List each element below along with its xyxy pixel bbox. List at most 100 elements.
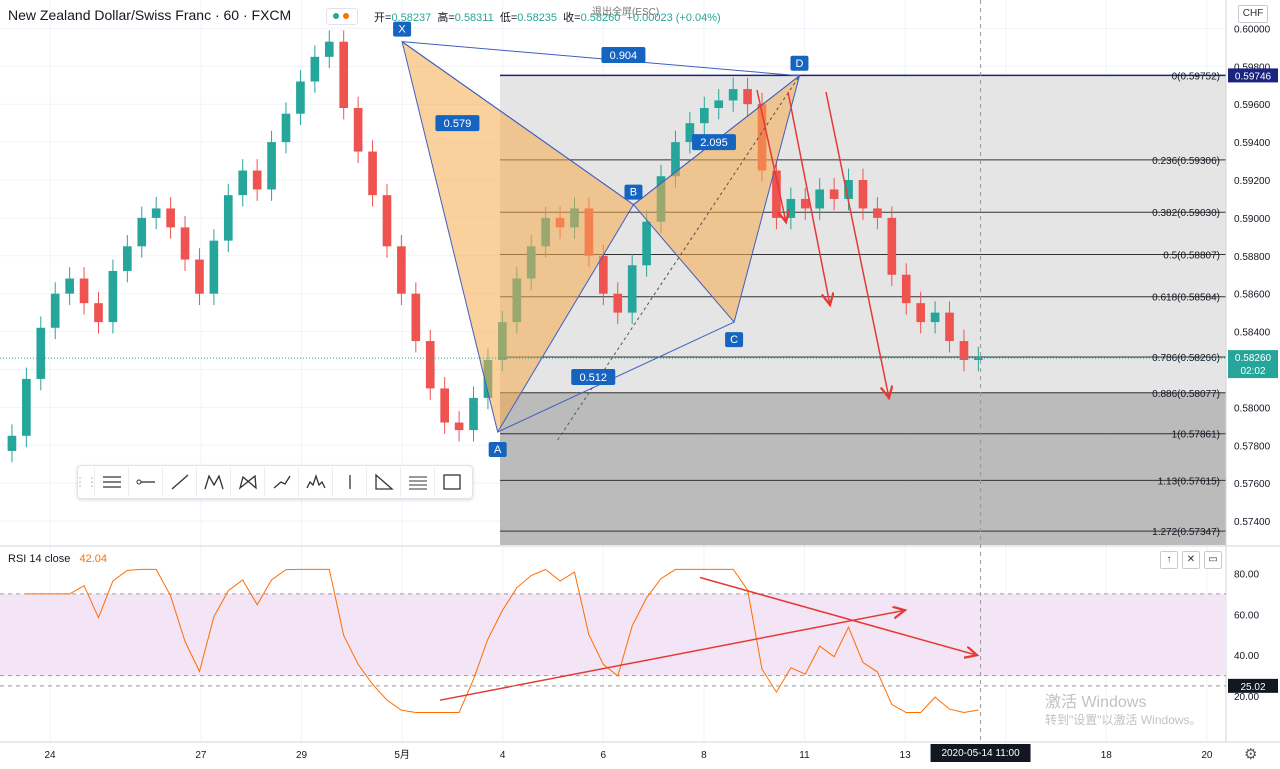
triangle-pattern-tool-icon[interactable] [230, 467, 264, 497]
candle-body [324, 41, 334, 57]
candle-body [339, 41, 349, 108]
fib-zone-lower [500, 392, 1226, 545]
xabcd-pattern-tool-icon[interactable] [196, 467, 230, 497]
time-tick-label: 4 [500, 750, 506, 761]
price-tick-label: 0.59600 [1234, 100, 1271, 111]
pattern-point-label: D [795, 58, 803, 70]
candle-body [209, 240, 219, 294]
time-tick-label: 6 [601, 750, 607, 761]
rsi-tick-label: 80.00 [1234, 569, 1259, 580]
open-label: 开 [374, 12, 385, 24]
price-tick-label: 0.60000 [1234, 24, 1271, 35]
candle-body [930, 312, 940, 323]
price-tick-label: 0.59000 [1234, 214, 1271, 225]
candle-body [22, 378, 31, 436]
horizontal-lines-tool-icon[interactable] [94, 467, 128, 497]
maximize-pane-icon[interactable]: ▭ [1204, 551, 1222, 569]
pattern-point-label: A [494, 444, 502, 456]
candle-body [36, 327, 46, 379]
high-value: 0.58311 [454, 12, 494, 24]
horizontal-ray-tool-icon[interactable] [128, 467, 162, 497]
candle-body [223, 195, 233, 241]
chart-svg[interactable]: 0(0.59752) 0.236(0.59306) 0.382(0.59030) 0.… [0, 0, 1280, 764]
time-tick-label: 13 [900, 750, 912, 761]
price-tick-label: 0.59200 [1234, 176, 1271, 187]
candle-body [714, 100, 724, 108]
drawing-toolbar: ⋮⋮ [74, 465, 473, 499]
eye-icon[interactable] [326, 8, 358, 25]
fib-level-label: 0.382(0.59030) [1152, 208, 1220, 219]
pattern-point-label: C [730, 334, 738, 346]
candle-body [397, 246, 406, 294]
rsi-name: RSI [8, 553, 27, 565]
candle-body [353, 108, 363, 152]
drag-handle-icon[interactable]: ⋮⋮ [74, 466, 98, 498]
candle-body [368, 151, 377, 196]
candle-body [613, 293, 623, 313]
vertical-line-tool-icon[interactable] [332, 467, 366, 497]
currency-badge[interactable]: CHF [1238, 5, 1268, 23]
candle-body [166, 208, 175, 228]
price-tick-label: 0.58800 [1234, 252, 1271, 263]
candle-body [829, 189, 839, 199]
candle-body [108, 270, 118, 323]
candle-body [454, 422, 464, 431]
candle-body [627, 265, 637, 313]
candle-body [599, 255, 608, 294]
cursor-time-label: 2020-05-14 11:00 [941, 748, 1020, 759]
candle-body [945, 312, 954, 342]
rsi-tick-label: 60.00 [1234, 610, 1259, 621]
candle-body [137, 217, 147, 247]
time-tick-label: 8 [701, 750, 707, 761]
pattern-ratio-label: 0.579 [444, 118, 472, 130]
candle-body [901, 274, 911, 304]
price-tick-label: 0.57800 [1234, 441, 1271, 452]
rsi-tick-label: 20.00 [1234, 692, 1259, 703]
close-pane-icon[interactable]: ✕ [1182, 551, 1200, 569]
time-tick-label: 18 [1101, 750, 1113, 761]
price-tick-label: 0.58600 [1234, 290, 1271, 301]
windows-watermark-text: 转到"设置"以激活 Windows。 [1045, 713, 1202, 727]
chart-area[interactable]: 0(0.59752) 0.236(0.59306) 0.382(0.59030) 0.… [0, 0, 1280, 764]
candle-body [151, 208, 161, 218]
exit-fullscreen-hint[interactable]: 退出全屏(ESC) [592, 3, 659, 18]
rectangle-tool-icon[interactable] [434, 467, 468, 497]
candle-body [858, 180, 868, 209]
pattern-point-label: X [398, 24, 406, 36]
candle-body [916, 303, 925, 323]
fib-level-label: 0.618(0.58584) [1152, 293, 1220, 304]
candle-body [425, 341, 435, 389]
gear-icon[interactable]: ⚙ [1244, 745, 1257, 763]
candle-body [382, 195, 392, 247]
fib-wedge-tool-icon[interactable] [366, 467, 400, 497]
rsi-legend: RSI 14 close 42.04 [8, 553, 107, 565]
time-tick-label: 5月 [394, 749, 410, 761]
time-tick-label: 29 [296, 750, 308, 761]
trend-line-tool-icon[interactable] [162, 467, 196, 497]
price-tag-top: 0.59746 [1235, 71, 1272, 82]
head-shoulders-tool-icon[interactable] [298, 467, 332, 497]
price-tick-label: 0.57600 [1234, 479, 1271, 490]
candle-body [800, 198, 810, 209]
candle-body [440, 388, 449, 423]
rsi-value: 42.04 [79, 553, 107, 565]
time-tick-label: 20 [1201, 750, 1213, 761]
candle-body [815, 189, 825, 209]
fib-level-label: 0(0.59752) [1172, 71, 1220, 82]
time-tick-label: 11 [799, 750, 810, 761]
pattern-point-label: B [630, 187, 637, 199]
candle-body [7, 435, 17, 451]
pattern-leg [402, 41, 800, 77]
price-tick-label: 0.59400 [1234, 138, 1271, 149]
candle-body [65, 278, 74, 294]
fib-retracement-tool-icon[interactable] [400, 467, 434, 497]
fib-level-label: 1.13(0.57615) [1158, 476, 1220, 487]
candle-body [728, 89, 738, 101]
fib-level-label: 0.236(0.59306) [1152, 156, 1220, 167]
move-pane-up-icon[interactable]: ↑ [1160, 551, 1178, 569]
open-value: 0.58237 [391, 12, 432, 24]
pattern-ratio-label: 0.904 [610, 50, 638, 62]
path-tool-icon[interactable] [264, 467, 298, 497]
candle-body [310, 56, 320, 82]
fib-level-label: 0.5(0.58807) [1163, 250, 1220, 261]
